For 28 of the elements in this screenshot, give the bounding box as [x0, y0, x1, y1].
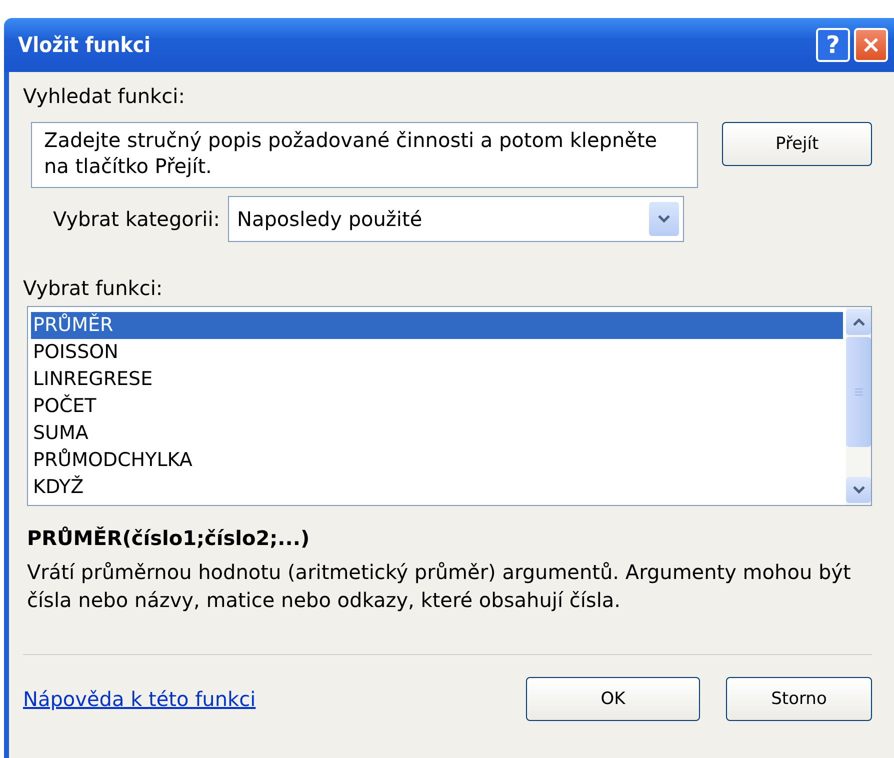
function-signature: PRŮMĚR(číslo1;číslo2;...) [27, 526, 311, 550]
scroll-up-icon [852, 317, 866, 327]
window-title: Vložit funkci [18, 33, 152, 57]
function-item[interactable]: KDYŽ [31, 474, 843, 501]
function-description: Vrátí průměrnou hodnotu (aritmetický průměr) argumentů. Argumenty mohou být čísla nebo názvy, matice nebo odkazy, které obsahují čísla. [27, 559, 852, 614]
grip-icon [854, 387, 864, 397]
category-dropdown[interactable]: Naposledy použité [228, 196, 684, 242]
close-icon [862, 36, 880, 54]
search-field[interactable]: Zadejte stručný popis požadované činnosti a potom klepněte na tlačítko Přejít. [31, 122, 698, 188]
function-item[interactable]: LINREGRESE [31, 366, 843, 393]
function-item[interactable]: SUMA [31, 420, 843, 447]
scroll-down-icon [852, 485, 866, 495]
function-item[interactable]: PRŮMĚR [31, 312, 843, 339]
function-item[interactable]: POČET [31, 393, 843, 420]
help-button[interactable]: ? [816, 28, 850, 62]
go-button[interactable]: Přejít [722, 122, 872, 166]
function-list-label: Vybrat funkci: [23, 276, 164, 300]
category-label: Vybrat kategorii: [53, 207, 220, 231]
help-link[interactable]: Nápověda k této funkci [23, 687, 256, 711]
function-item[interactable]: PRŮMODCHYLKA [31, 447, 843, 474]
ok-button[interactable]: OK [526, 677, 700, 721]
function-item[interactable]: POISSON [31, 339, 843, 366]
close-button[interactable] [854, 28, 888, 62]
chevron-down-icon [657, 214, 671, 224]
scrollbar[interactable] [846, 307, 871, 505]
cancel-button[interactable]: Storno [726, 677, 872, 721]
scroll-thumb[interactable] [846, 337, 871, 447]
search-label: Vyhledat funkci: [23, 84, 186, 108]
